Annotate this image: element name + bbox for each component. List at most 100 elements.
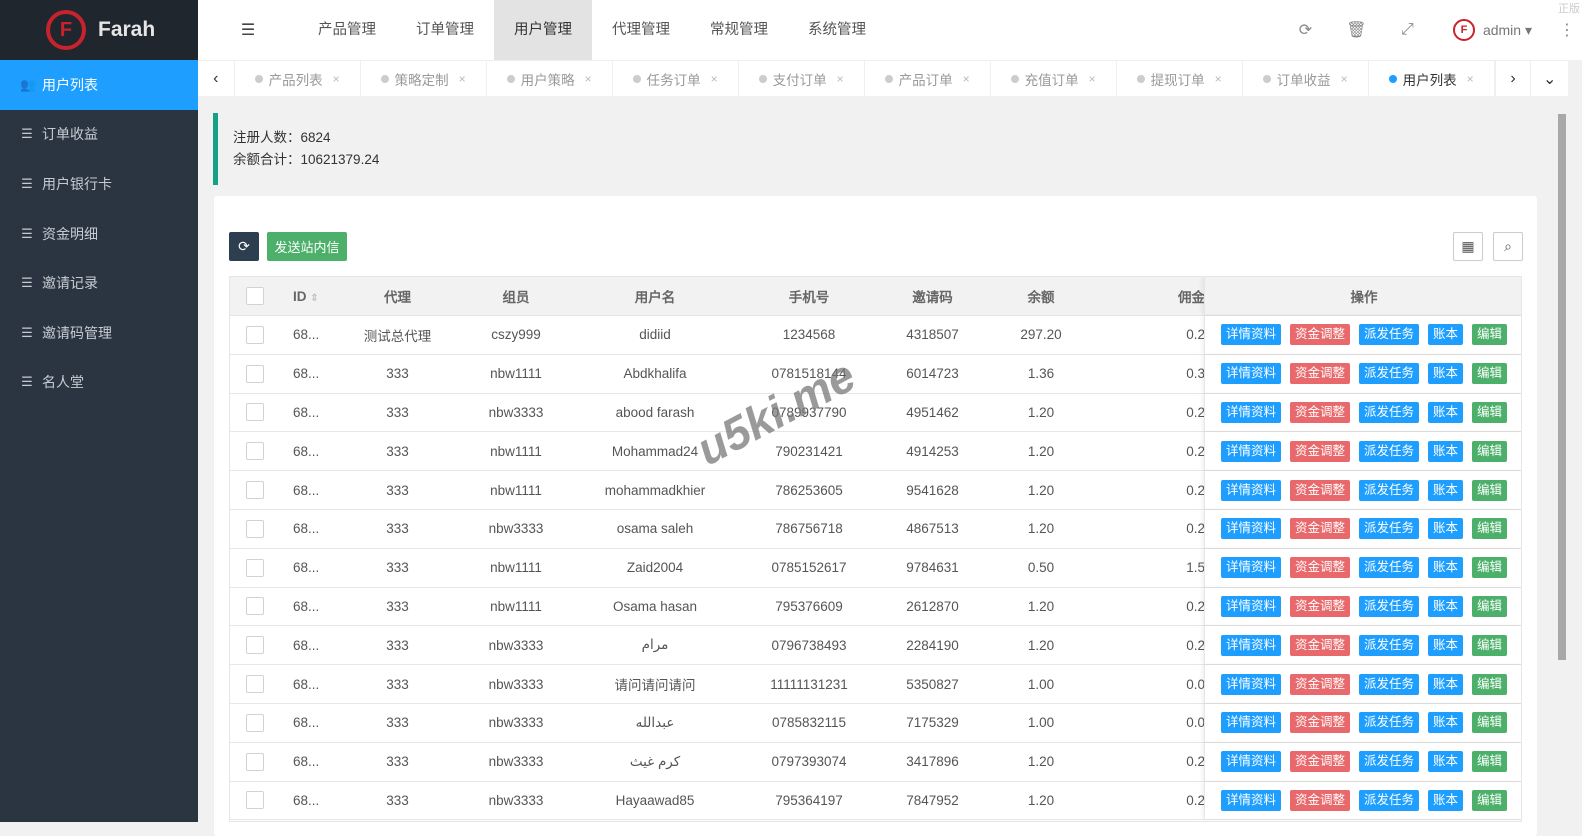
action-button[interactable]: 账本 — [1428, 790, 1463, 811]
action-button[interactable]: 编辑 — [1472, 441, 1507, 462]
action-button[interactable]: 账本 — [1428, 635, 1463, 656]
action-button[interactable]: 派发任务 — [1359, 480, 1419, 501]
fullscreen-icon[interactable]: ⤢ — [1382, 21, 1433, 39]
row-checkbox[interactable] — [246, 559, 264, 577]
action-button[interactable]: 资金调整 — [1290, 557, 1350, 578]
row-checkbox[interactable] — [246, 714, 264, 732]
action-button[interactable]: 资金调整 — [1290, 441, 1350, 462]
action-button[interactable]: 资金调整 — [1290, 790, 1350, 811]
row-checkbox[interactable] — [246, 520, 264, 538]
select-all-checkbox[interactable] — [246, 287, 264, 305]
action-button[interactable]: 派发任务 — [1359, 790, 1419, 811]
action-button[interactable]: 编辑 — [1472, 557, 1507, 578]
row-checkbox[interactable] — [246, 791, 264, 809]
action-button[interactable]: 账本 — [1428, 441, 1463, 462]
close-icon[interactable]: × — [837, 72, 844, 86]
tab[interactable]: 策略定制× — [361, 61, 487, 96]
scrollbar-thumb[interactable] — [1558, 114, 1566, 660]
action-button[interactable]: 派发任务 — [1359, 751, 1419, 772]
tab[interactable]: 订单收益× — [1243, 61, 1369, 96]
action-button[interactable]: 编辑 — [1472, 790, 1507, 811]
sidebar-item[interactable]: ☰名人堂 — [0, 358, 198, 408]
row-checkbox[interactable] — [246, 675, 264, 693]
row-checkbox[interactable] — [246, 326, 264, 344]
tab[interactable]: 产品列表× — [235, 61, 361, 96]
more-icon[interactable]: ⋮ — [1552, 20, 1582, 40]
nav-item[interactable]: 常规管理 — [690, 0, 788, 60]
close-icon[interactable]: × — [1341, 72, 1348, 86]
refresh-icon[interactable]: ⟳ — [1280, 20, 1331, 40]
close-icon[interactable]: × — [333, 72, 340, 86]
trash-icon[interactable]: 🗑 — [1331, 20, 1382, 40]
tab[interactable]: 充值订单× — [991, 61, 1117, 96]
close-icon[interactable]: × — [459, 72, 466, 86]
action-button[interactable]: 详情资料 — [1221, 751, 1281, 772]
page-scrollbar[interactable] — [1556, 96, 1568, 822]
close-icon[interactable]: × — [585, 72, 592, 86]
action-button[interactable]: 资金调整 — [1290, 596, 1350, 617]
action-button[interactable]: 派发任务 — [1359, 402, 1419, 423]
sidebar-item[interactable]: 👥用户列表 — [0, 60, 198, 110]
action-button[interactable]: 编辑 — [1472, 635, 1507, 656]
tab[interactable]: 提现订单× — [1117, 61, 1243, 96]
close-icon[interactable]: × — [1215, 72, 1222, 86]
action-button[interactable]: 编辑 — [1472, 363, 1507, 384]
collapse-menu-icon[interactable]: ☰ — [198, 20, 298, 40]
action-button[interactable]: 详情资料 — [1221, 324, 1281, 345]
action-button[interactable]: 资金调整 — [1290, 324, 1350, 345]
action-button[interactable]: 详情资料 — [1221, 596, 1281, 617]
action-button[interactable]: 编辑 — [1472, 674, 1507, 695]
action-button[interactable]: 编辑 — [1472, 480, 1507, 501]
action-button[interactable]: 详情资料 — [1221, 518, 1281, 539]
tab[interactable]: 任务订单× — [613, 61, 739, 96]
tab[interactable]: 产品订单× — [865, 61, 991, 96]
action-button[interactable]: 派发任务 — [1359, 635, 1419, 656]
user-menu[interactable]: admin ▾ — [1483, 22, 1532, 39]
nav-item[interactable]: 系统管理 — [788, 0, 886, 60]
action-button[interactable]: 详情资料 — [1221, 402, 1281, 423]
action-button[interactable]: 账本 — [1428, 324, 1463, 345]
row-checkbox[interactable] — [246, 403, 264, 421]
action-button[interactable]: 资金调整 — [1290, 674, 1350, 695]
action-button[interactable]: 账本 — [1428, 596, 1463, 617]
action-button[interactable]: 资金调整 — [1290, 363, 1350, 384]
action-button[interactable]: 资金调整 — [1290, 480, 1350, 501]
tabs-next-icon[interactable]: › — [1495, 61, 1532, 96]
sidebar-item[interactable]: ☰订单收益 — [0, 110, 198, 160]
action-button[interactable]: 派发任务 — [1359, 324, 1419, 345]
action-button[interactable]: 详情资料 — [1221, 712, 1281, 733]
action-button[interactable]: 详情资料 — [1221, 790, 1281, 811]
action-button[interactable]: 编辑 — [1472, 324, 1507, 345]
nav-item[interactable]: 产品管理 — [298, 0, 396, 60]
action-button[interactable]: 资金调整 — [1290, 518, 1350, 539]
refresh-button[interactable]: ⟳ — [229, 232, 259, 261]
tabs-prev-icon[interactable]: ‹ — [198, 61, 235, 96]
action-button[interactable]: 账本 — [1428, 751, 1463, 772]
action-button[interactable]: 派发任务 — [1359, 441, 1419, 462]
action-button[interactable]: 编辑 — [1472, 596, 1507, 617]
row-checkbox[interactable] — [246, 481, 264, 499]
action-button[interactable]: 派发任务 — [1359, 596, 1419, 617]
sidebar-item[interactable]: ☰资金明细 — [0, 209, 198, 259]
send-message-button[interactable]: 发送站内信 — [267, 232, 347, 261]
tab[interactable]: 用户策略× — [487, 61, 613, 96]
nav-item[interactable]: 订单管理 — [396, 0, 494, 60]
action-button[interactable]: 详情资料 — [1221, 557, 1281, 578]
search-icon[interactable]: ⌕ — [1493, 232, 1523, 261]
action-button[interactable]: 派发任务 — [1359, 674, 1419, 695]
action-button[interactable]: 编辑 — [1472, 712, 1507, 733]
action-button[interactable]: 详情资料 — [1221, 674, 1281, 695]
action-button[interactable]: 账本 — [1428, 712, 1463, 733]
avatar[interactable]: F — [1453, 19, 1475, 41]
sidebar-item[interactable]: ☰邀请记录 — [0, 258, 198, 308]
row-checkbox[interactable] — [246, 442, 264, 460]
action-button[interactable]: 编辑 — [1472, 518, 1507, 539]
action-button[interactable]: 详情资料 — [1221, 441, 1281, 462]
close-icon[interactable]: × — [1467, 72, 1474, 86]
close-icon[interactable]: × — [963, 72, 970, 86]
action-button[interactable]: 派发任务 — [1359, 363, 1419, 384]
nav-item[interactable]: 用户管理 — [494, 0, 592, 60]
action-button[interactable]: 账本 — [1428, 363, 1463, 384]
close-icon[interactable]: × — [1089, 72, 1096, 86]
action-button[interactable]: 派发任务 — [1359, 518, 1419, 539]
